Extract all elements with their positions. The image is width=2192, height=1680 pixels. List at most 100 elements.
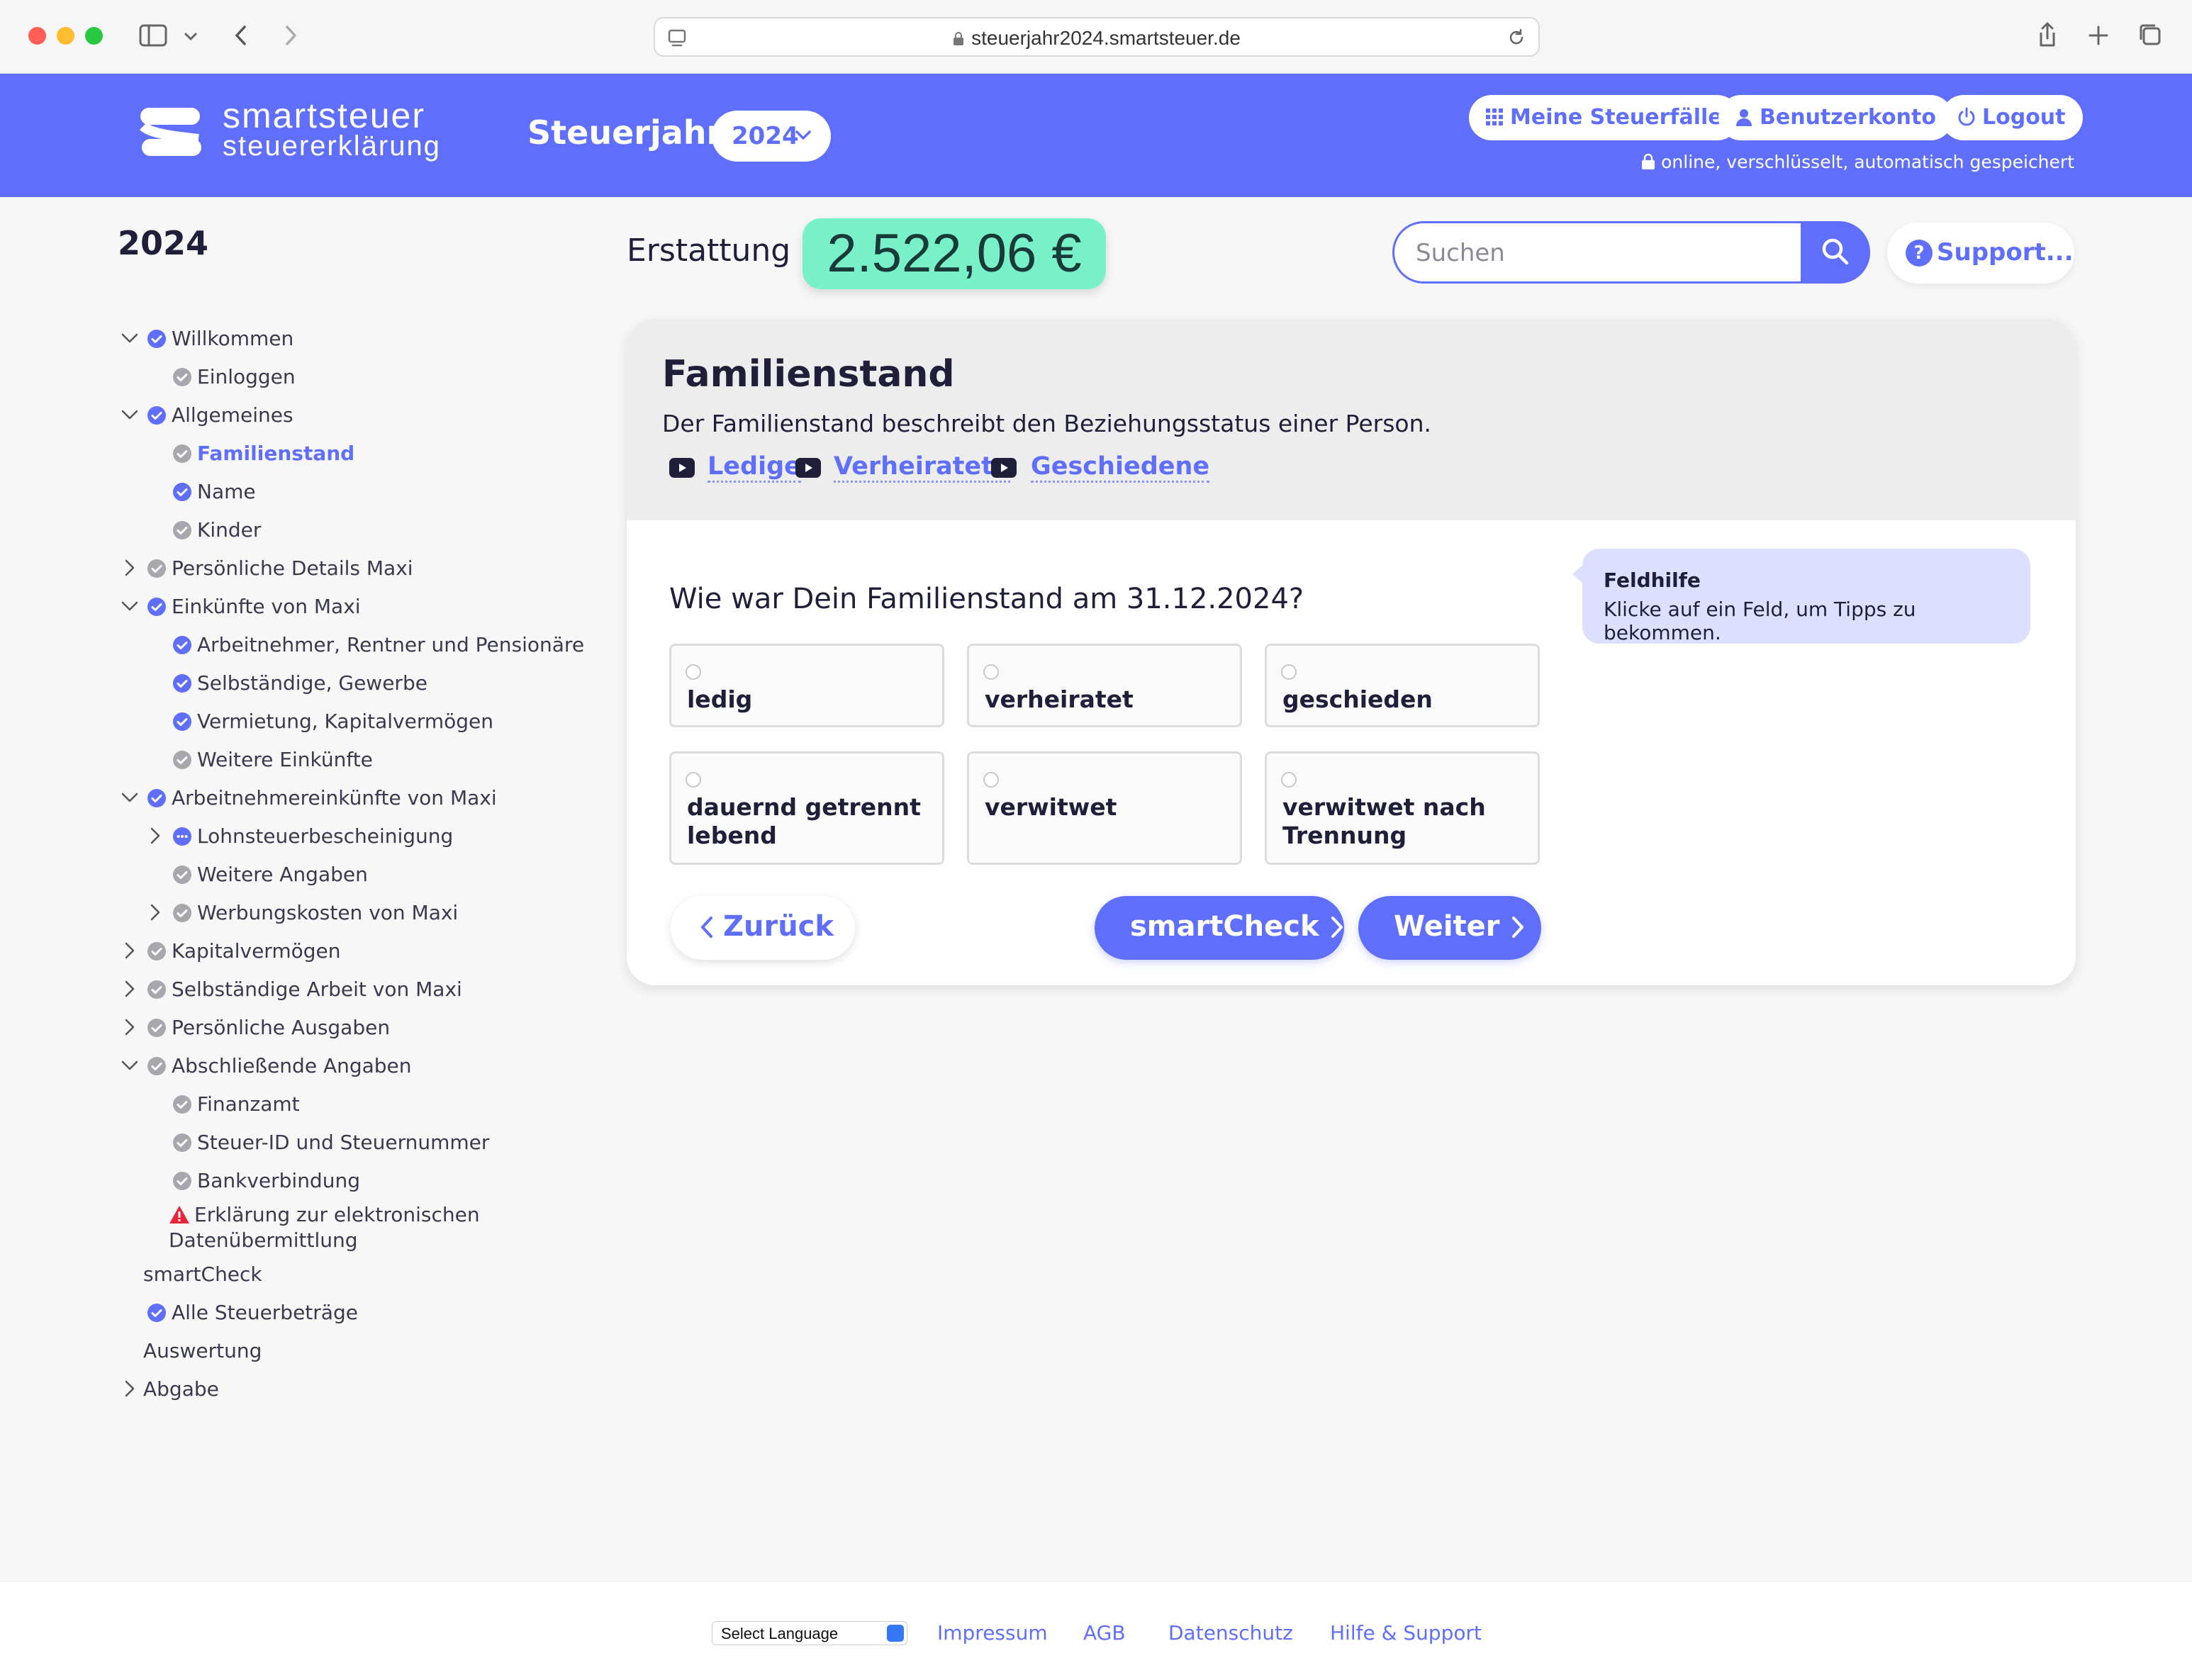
sidebar-item-label: Erklärung zur elektronischen Datenübermi…: [169, 1203, 480, 1252]
chevron-right-icon[interactable]: [119, 978, 140, 999]
chevron-right-icon[interactable]: [119, 1378, 140, 1399]
sidebar-item-auswertung[interactable]: Auswertung: [143, 1338, 262, 1364]
chevron-down-icon[interactable]: [119, 404, 140, 425]
sidebar-item-finanzamt[interactable]: Finanzamt: [172, 1092, 300, 1117]
option-verwitwet[interactable]: verwitwet: [967, 751, 1242, 865]
sidebar-item-bankverbindung[interactable]: Bankverbindung: [172, 1168, 360, 1194]
chevron-right-icon[interactable]: [145, 902, 166, 923]
sidebar-item-werbungskosten[interactable]: Werbungskosten von Maxi: [172, 900, 458, 926]
zoom-window-icon[interactable]: [85, 27, 103, 45]
video-link-geschiedene[interactable]: Geschiedene: [1031, 452, 1210, 483]
sidebar-item-weitere-einkuenfte[interactable]: Weitere Einkünfte: [172, 747, 373, 773]
sidebar-item-einloggen[interactable]: Einloggen: [172, 364, 296, 390]
refund-amount[interactable]: 2.522,06 €: [803, 218, 1106, 289]
support-button[interactable]: ? Support...: [1887, 223, 2074, 284]
language-select[interactable]: Select Language: [712, 1621, 907, 1645]
chevron-right-icon[interactable]: [119, 557, 140, 578]
check-icon: [172, 520, 193, 541]
sidebar-item-arbeitnehmer[interactable]: Arbeitnehmer, Rentner und Pensionäre: [172, 632, 584, 658]
sidebar-item-abschliessende-angaben[interactable]: Abschließende Angaben: [146, 1053, 412, 1079]
page-title: Familienstand: [662, 353, 955, 396]
video-link-ledige[interactable]: Ledige: [708, 452, 801, 483]
sidebar-item-alle-steuerbetraege[interactable]: Alle Steuerbeträge: [146, 1300, 358, 1326]
sidebar-item-smartcheck[interactable]: smartCheck: [143, 1262, 262, 1287]
logout-label: Logout: [1982, 105, 2066, 130]
back-arrow-icon[interactable]: [225, 20, 257, 51]
radio-button[interactable]: [983, 664, 999, 680]
option-geschieden[interactable]: geschieden: [1265, 644, 1540, 727]
lock-icon: [954, 32, 964, 45]
video-link-verheiratete[interactable]: Verheiratete: [834, 452, 1010, 483]
datenschutz-link[interactable]: Datenschutz: [1168, 1621, 1293, 1645]
reload-icon[interactable]: [1506, 27, 1527, 48]
url-label: steuerjahr2024.smartsteuer.de: [971, 27, 1241, 49]
sidebar-item-name[interactable]: Name: [172, 479, 256, 505]
smartcheck-button[interactable]: smartCheck: [1095, 896, 1344, 960]
help-icon: ?: [1906, 240, 1933, 267]
sidebar-item-arbeitnehmereinkuenfte[interactable]: Arbeitnehmereinkünfte von Maxi: [146, 785, 497, 811]
chevron-right-icon[interactable]: [145, 825, 166, 846]
chevron-down-icon[interactable]: [180, 20, 201, 51]
sidebar-toggle-icon[interactable]: [138, 20, 169, 51]
option-verheiratet[interactable]: verheiratet: [967, 644, 1242, 727]
sidebar-item-label: Bankverbindung: [197, 1169, 360, 1192]
radio-button[interactable]: [1281, 664, 1297, 680]
impressum-link[interactable]: Impressum: [937, 1621, 1048, 1645]
option-verwitwet-nach-trennung[interactable]: verwitwet nach Trennung: [1265, 751, 1540, 865]
smartsteuer-logo-icon[interactable]: [139, 105, 203, 159]
sidebar-item-erklaerung-datenuebermittlung[interactable]: Erklärung zur elektronischen Datenübermi…: [169, 1202, 481, 1253]
agb-link[interactable]: AGB: [1083, 1621, 1126, 1645]
search-input[interactable]: [1416, 236, 1784, 270]
sidebar-item-label: Steuer-ID und Steuernummer: [197, 1131, 490, 1154]
chevron-right-icon[interactable]: [119, 940, 140, 961]
search-button[interactable]: [1801, 221, 1870, 284]
sidebar-item-einkuenfte[interactable]: Einkünfte von Maxi: [146, 594, 361, 620]
meine-steuerfaelle-button[interactable]: Meine Steuerfälle: [1469, 95, 1740, 140]
tab-overview-icon[interactable]: [2135, 20, 2166, 51]
sidebar-item-vermietung[interactable]: Vermietung, Kapitalvermögen: [172, 709, 493, 734]
sidebar-item-kapitalvermoegen[interactable]: Kapitalvermögen: [146, 939, 340, 964]
sidebar-item-kinder[interactable]: Kinder: [172, 517, 261, 543]
sidebar-item-willkommen[interactable]: Willkommen: [146, 326, 293, 352]
sidebar-item-allgemeines[interactable]: Allgemeines: [146, 403, 293, 428]
minimize-window-icon[interactable]: [57, 27, 74, 45]
sidebar-item-persoenliche-details[interactable]: Persönliche Details Maxi: [146, 556, 413, 581]
option-dauernd-getrennt[interactable]: dauernd getrennt lebend: [669, 751, 944, 865]
fieldhelp-title: Feldhilfe: [1604, 569, 1701, 592]
forward-arrow-icon[interactable]: [275, 20, 306, 51]
hilfe-support-link[interactable]: Hilfe & Support: [1330, 1621, 1482, 1645]
share-icon[interactable]: [2032, 20, 2063, 51]
benutzerkonto-button[interactable]: Benutzerkonto: [1718, 95, 1953, 140]
chevron-right-icon[interactable]: [119, 1017, 140, 1038]
back-button[interactable]: Zurück: [671, 896, 855, 960]
saved-status: online, verschlüsselt, automatisch gespe…: [1641, 152, 2074, 172]
radio-button[interactable]: [686, 664, 701, 680]
sidebar-item-lohnsteuerbescheinigung[interactable]: Lohnsteuerbescheinigung: [172, 824, 453, 849]
close-window-icon[interactable]: [28, 27, 46, 45]
option-ledig[interactable]: ledig: [669, 644, 944, 727]
sidebar-item-abgabe[interactable]: Abgabe: [143, 1377, 219, 1402]
chevron-down-icon[interactable]: [119, 1055, 140, 1076]
sidebar-item-selbstaendige[interactable]: Selbständige, Gewerbe: [172, 671, 427, 696]
select-arrows-icon: [887, 1625, 904, 1642]
check-icon: [172, 1170, 193, 1192]
familienstand-card: Familienstand Der Familienstand beschrei…: [627, 319, 2076, 985]
address-bar[interactable]: steuerjahr2024.smartsteuer.de: [654, 17, 1540, 57]
sidebar-item-steuer-id[interactable]: Steuer-ID und Steuernummer: [172, 1130, 489, 1155]
chevron-down-icon[interactable]: [119, 787, 140, 808]
sidebar-item-weitere-angaben[interactable]: Weitere Angaben: [172, 862, 368, 887]
new-tab-icon[interactable]: [2083, 20, 2114, 51]
radio-button[interactable]: [1281, 772, 1297, 788]
next-button[interactable]: Weiter: [1358, 896, 1541, 960]
year-select[interactable]: 2024: [712, 111, 831, 162]
sidebar-item-persoenliche-ausgaben[interactable]: Persönliche Ausgaben: [146, 1015, 390, 1041]
logout-button[interactable]: Logout: [1941, 95, 2083, 140]
sidebar-item-label: Vermietung, Kapitalvermögen: [197, 710, 494, 733]
radio-button[interactable]: [686, 772, 701, 788]
check-icon: [146, 979, 167, 1000]
sidebar-item-selbstaendige-arbeit[interactable]: Selbständige Arbeit von Maxi: [146, 977, 462, 1002]
sidebar-item-familienstand[interactable]: Familienstand: [172, 441, 354, 466]
chevron-down-icon[interactable]: [119, 327, 140, 349]
radio-button[interactable]: [983, 772, 999, 788]
chevron-down-icon[interactable]: [119, 595, 140, 617]
